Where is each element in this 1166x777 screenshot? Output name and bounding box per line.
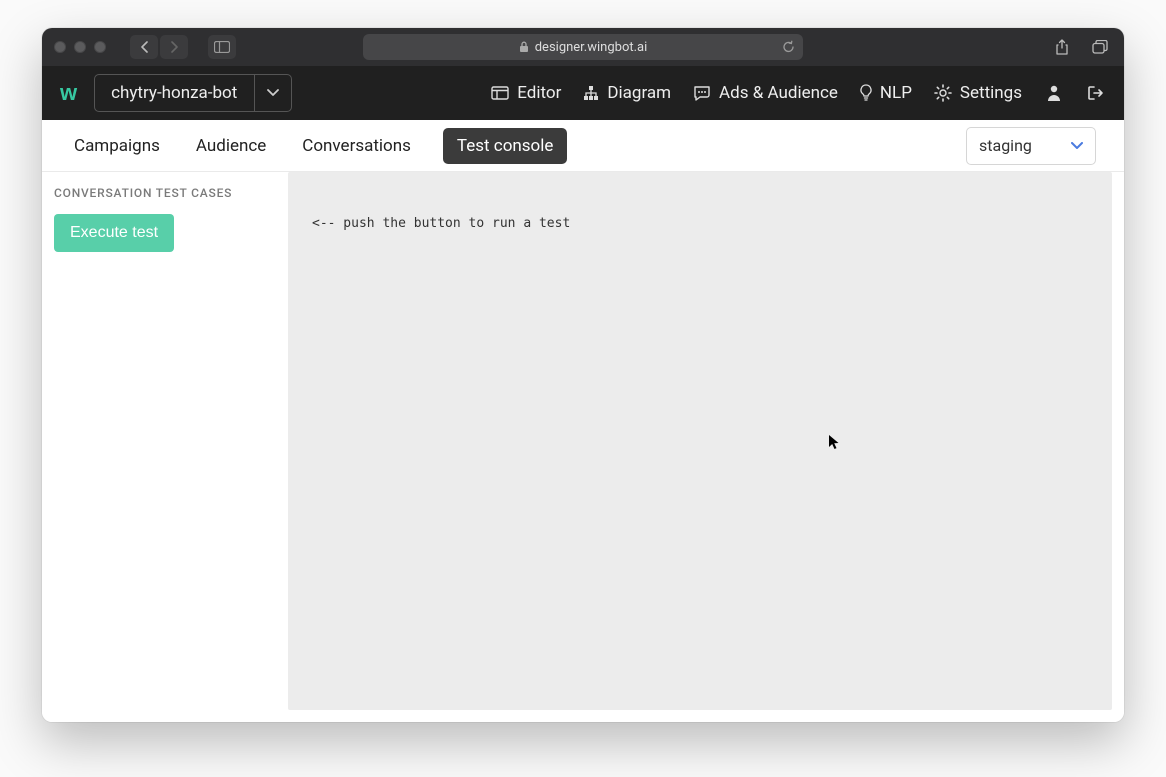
environment-value: staging [979, 136, 1032, 155]
user-icon[interactable] [1044, 84, 1064, 102]
nav-editor-label: Editor [517, 83, 561, 103]
content-area: CONVERSATION TEST CASES Execute test <--… [42, 172, 1124, 722]
execute-test-button[interactable]: Execute test [54, 214, 174, 252]
nav-ads[interactable]: Ads & Audience [693, 83, 838, 103]
back-button[interactable] [130, 35, 158, 59]
nav-ads-label: Ads & Audience [719, 83, 838, 103]
editor-icon [491, 86, 509, 100]
tab-audience[interactable]: Audience [192, 128, 270, 164]
tabs-overview-icon[interactable] [1088, 36, 1112, 58]
nav-diagram[interactable]: Diagram [583, 83, 671, 103]
tab-campaigns[interactable]: Campaigns [70, 128, 164, 164]
history-nav [130, 35, 188, 59]
share-icon[interactable] [1050, 36, 1074, 58]
window-minimize-button[interactable] [74, 41, 86, 53]
project-selector[interactable]: chytry-honza-bot [94, 74, 292, 112]
window-close-button[interactable] [54, 41, 66, 53]
chrome-right-controls [1050, 36, 1112, 58]
forward-button[interactable] [160, 35, 188, 59]
chevron-down-icon [1071, 142, 1083, 150]
nav-editor[interactable]: Editor [491, 83, 561, 103]
address-bar[interactable]: designer.wingbot.ai [363, 34, 803, 60]
environment-selector[interactable]: staging [966, 127, 1096, 165]
primary-nav: Editor Diagram Ads & Audience NLP [491, 83, 1106, 103]
test-cases-sidebar: CONVERSATION TEST CASES Execute test [42, 172, 288, 722]
reload-icon[interactable] [782, 41, 795, 54]
cursor-icon [828, 434, 840, 450]
sidebar-heading: CONVERSATION TEST CASES [54, 186, 276, 200]
console-output: <-- push the button to run a test [288, 172, 1112, 710]
logout-icon[interactable] [1086, 85, 1106, 101]
nav-nlp-label: NLP [880, 83, 912, 103]
sidebar-toggle-button[interactable] [208, 35, 236, 59]
diagram-icon [583, 85, 599, 101]
nav-settings[interactable]: Settings [934, 83, 1022, 103]
logo[interactable]: w [60, 80, 76, 106]
bulb-icon [860, 84, 872, 102]
nav-diagram-label: Diagram [607, 83, 671, 103]
project-name: chytry-honza-bot [95, 75, 255, 111]
nav-nlp[interactable]: NLP [860, 83, 912, 103]
app-header: w chytry-honza-bot Editor Diagram [42, 66, 1124, 120]
console-hint: <-- push the button to run a test [312, 216, 570, 231]
subnav: Campaigns Audience Conversations Test co… [42, 120, 1124, 172]
tab-test-console[interactable]: Test console [443, 128, 568, 164]
chat-icon [693, 85, 711, 101]
browser-window: designer.wingbot.ai w chytry-honza-bot [42, 28, 1124, 722]
browser-chrome: designer.wingbot.ai [42, 28, 1124, 66]
window-controls [54, 41, 106, 53]
lock-icon [519, 41, 529, 53]
url-text: designer.wingbot.ai [535, 40, 648, 55]
chevron-down-icon [255, 75, 291, 111]
gear-icon [934, 84, 952, 102]
nav-settings-label: Settings [960, 83, 1022, 103]
tab-conversations[interactable]: Conversations [298, 128, 415, 164]
window-maximize-button[interactable] [94, 41, 106, 53]
